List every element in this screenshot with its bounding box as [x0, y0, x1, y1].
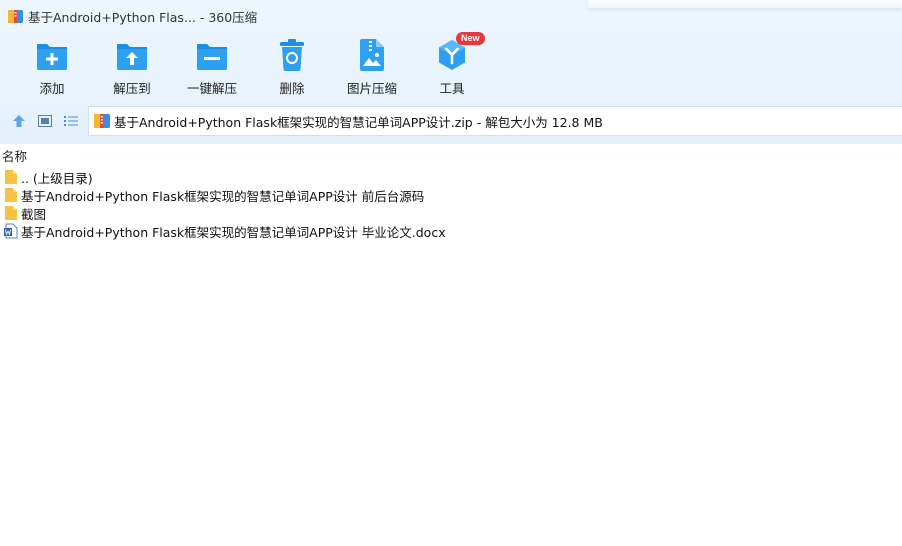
name-column-label: 名称 [2, 148, 28, 164]
list-item-name: 截图 [21, 206, 47, 222]
image-compress-button[interactable]: 图片压缩 [332, 38, 412, 100]
tools-label: 工具 [439, 81, 465, 96]
list-item-screenshots-folder[interactable]: 截图 [0, 204, 902, 222]
list-item-name: 基于Android+Python Flask框架实现的智慧记单词APP设计 前后… [21, 188, 425, 204]
arrow-up-icon [13, 115, 25, 127]
image-compress-icon [360, 39, 384, 71]
list-item-source-folder[interactable]: 基于Android+Python Flask框架实现的智慧记单词APP设计 前后… [0, 186, 902, 204]
extract-to-label: 解压到 [113, 81, 151, 96]
address-bar[interactable]: 基于Android+Python Flask框架实现的智慧记单词APP设计.zi… [88, 106, 902, 136]
one-click-extract-icon [197, 44, 227, 70]
thumbnail-view-button[interactable] [32, 106, 58, 136]
app-logo-icon [8, 10, 23, 23]
file-list: .. (上级目录) 基于Android+Python Flask框架实现的智慧记… [0, 168, 902, 240]
up-level-button[interactable] [6, 106, 32, 136]
list-view-button[interactable] [58, 106, 84, 136]
archive-path: 基于Android+Python Flask框架实现的智慧记单词APP设计.zi… [114, 114, 603, 130]
folder-icon [5, 170, 17, 184]
add-label: 添加 [39, 81, 65, 96]
new-badge: New [456, 32, 485, 45]
image-compress-label: 图片压缩 [346, 81, 397, 96]
delete-icon [280, 39, 304, 71]
extract-to-icon [117, 44, 147, 70]
window-title: 基于Android+Python Flas... - 360压缩 [28, 9, 258, 25]
folder-icon [5, 188, 17, 202]
one-click-extract-label: 一键解压 [186, 81, 237, 96]
navigation-row: 基于Android+Python Flask框架实现的智慧记单词APP设计.zi… [0, 106, 902, 136]
folder-icon [5, 206, 17, 220]
dropdown-shadow [588, 0, 902, 8]
list-view-icon [64, 116, 78, 126]
name-column-header[interactable]: 名称 [0, 146, 902, 164]
delete-button[interactable]: 删除 [252, 38, 332, 100]
add-button[interactable]: 添加 [12, 38, 92, 100]
delete-label: 删除 [279, 81, 305, 96]
list-item-name: 基于Android+Python Flask框架实现的智慧记单词APP设计 毕业… [21, 224, 446, 240]
zip-archive-icon [94, 114, 110, 128]
tools-button[interactable]: New 工具 [412, 32, 492, 100]
list-item-name: .. (上级目录) [21, 170, 93, 186]
add-icon [37, 44, 67, 70]
list-item-parent-directory[interactable]: .. (上级目录) [0, 168, 902, 186]
thumbnail-view-icon [38, 115, 52, 127]
one-click-extract-button[interactable]: 一键解压 [172, 38, 252, 100]
extract-to-button[interactable]: 解压到 [92, 38, 172, 100]
list-item-thesis-docx[interactable]: 基于Android+Python Flask框架实现的智慧记单词APP设计 毕业… [0, 222, 902, 240]
word-doc-icon [4, 223, 18, 239]
toolbar: 添加 解压到 一键解压 删除 图片压缩 New 工具 [12, 32, 492, 100]
